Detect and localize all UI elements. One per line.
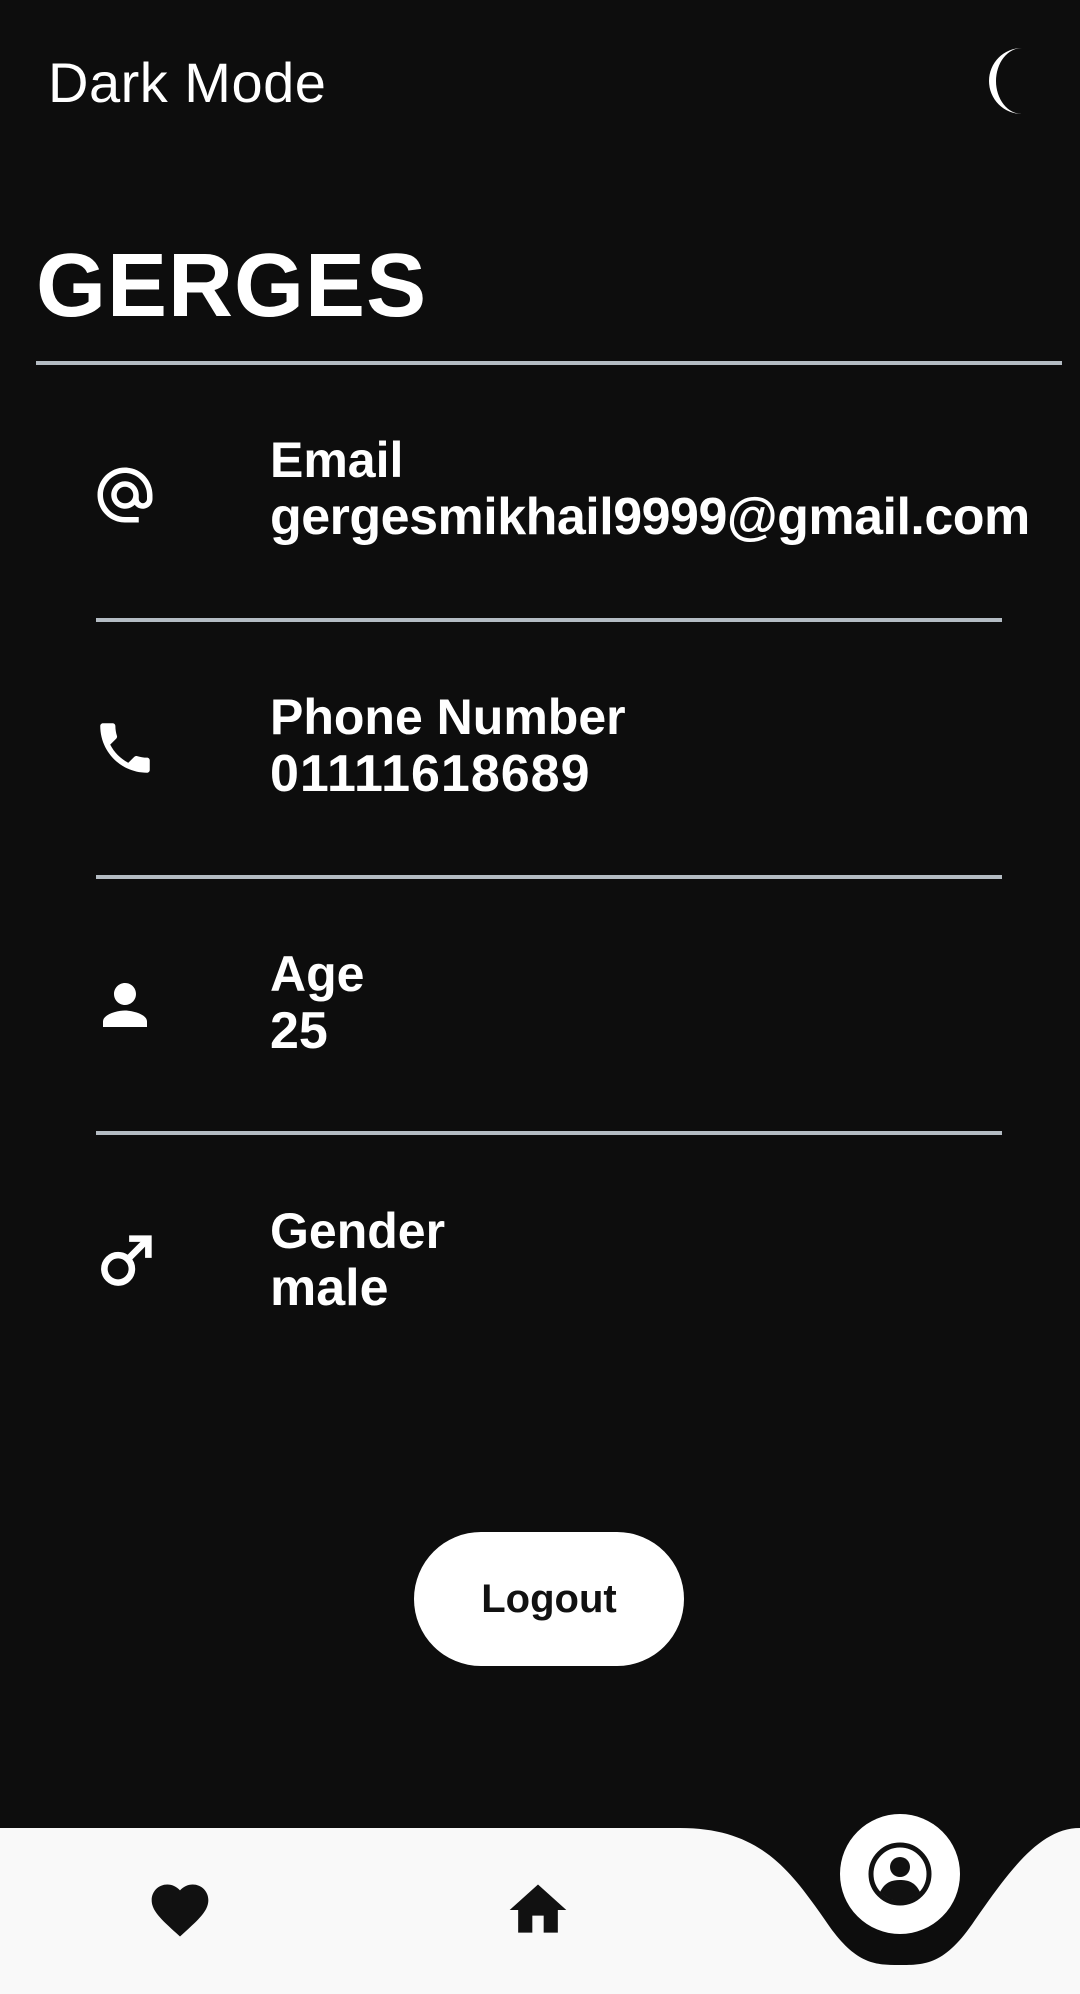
info-row-email: Email gergesmikhail9999@gmail.com: [0, 420, 1080, 580]
age-label: Age: [270, 946, 365, 1002]
home-icon: [509, 1884, 567, 1933]
age-value: 25: [270, 1002, 328, 1060]
at-icon: [97, 467, 153, 523]
header-title: Dark Mode: [48, 51, 327, 114]
app-header: Dark Mode: [0, 0, 1080, 170]
bottom-navigation-bar: [0, 1800, 1080, 1994]
gender-label: Gender: [270, 1203, 446, 1259]
dark-mode-toggle[interactable]: [978, 46, 1034, 116]
heart-icon: [151, 1884, 209, 1937]
profile-name: GERGES: [36, 236, 428, 336]
phone-icon: [100, 723, 150, 773]
row-divider: [96, 875, 1002, 879]
row-divider: [96, 1131, 1002, 1135]
email-value: gergesmikhail9999@gmail.com: [270, 488, 1030, 546]
nav-profile-button[interactable]: [840, 1814, 960, 1934]
row-divider: [96, 618, 1002, 622]
info-row-phone: Phone Number 01111618689: [0, 677, 1080, 837]
account-circle-icon: [868, 1842, 932, 1906]
email-label: Email: [270, 432, 404, 488]
name-divider: [36, 361, 1062, 365]
info-row-age: Age 25: [0, 934, 1080, 1094]
nav-home-button[interactable]: [504, 1876, 572, 1944]
phone-label: Phone Number: [270, 689, 626, 745]
logout-button[interactable]: Logout: [414, 1532, 684, 1666]
male-icon: [101, 1235, 152, 1286]
gender-value: male: [270, 1259, 389, 1317]
nav-favorites-button[interactable]: [146, 1876, 214, 1944]
person-icon: [103, 983, 147, 1027]
moon-icon: [989, 48, 1022, 114]
phone-value: 01111618689: [270, 745, 591, 803]
info-row-gender: Gender male: [0, 1191, 1080, 1351]
